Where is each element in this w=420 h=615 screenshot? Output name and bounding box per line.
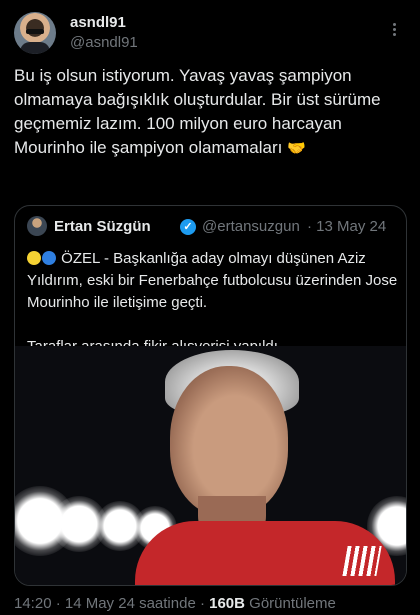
author-avatar[interactable] bbox=[14, 12, 56, 54]
tweet-body: Bu iş olsun istiyorum. Yavaş yavaş şampi… bbox=[14, 66, 386, 157]
quoted-text: ÖZEL - Başkanlığa aday olmayı düşünen Az… bbox=[27, 248, 399, 358]
tweet-text: Bu iş olsun istiyorum. Yavaş yavaş şampi… bbox=[14, 64, 406, 161]
tweet-meta: 14:20 · 14 May 24 saatinde · 160B Görünt… bbox=[14, 595, 336, 612]
tweet-time[interactable]: 14:20 · 14 May 24 saatinde · bbox=[14, 595, 209, 612]
yellow-circle-icon bbox=[27, 251, 41, 265]
shirt-stripes bbox=[342, 546, 382, 576]
quoted-date[interactable]: · 13 May 24 bbox=[307, 218, 386, 235]
quoted-author-handle[interactable]: @ertansuzgun bbox=[202, 218, 300, 235]
author-name[interactable]: asndl91 bbox=[70, 14, 126, 31]
quoted-photo[interactable] bbox=[15, 346, 406, 585]
face-shape bbox=[170, 366, 288, 516]
quoted-author-name[interactable]: Ertan Süzgün bbox=[54, 218, 151, 235]
author-handle[interactable]: @asndl91 bbox=[70, 34, 138, 51]
more-options-icon[interactable] bbox=[386, 22, 402, 38]
tweet-header: asndl91 @asndl91 bbox=[14, 12, 406, 60]
quoted-tweet[interactable]: Ertan Süzgün ✓ @ertansuzgun · 13 May 24 … bbox=[14, 205, 407, 586]
verified-badge-icon: ✓ bbox=[180, 219, 196, 235]
views-count: 160B bbox=[209, 595, 245, 612]
sunglasses-shape bbox=[26, 29, 44, 34]
blue-circle-icon bbox=[42, 251, 56, 265]
quoted-line-1: ÖZEL - Başkanlığa aday olmayı düşünen Az… bbox=[27, 250, 398, 311]
handshake-icon: 🤝 bbox=[287, 140, 306, 157]
quoted-author-avatar[interactable] bbox=[27, 216, 47, 236]
avatar-shirt-shape bbox=[20, 42, 50, 54]
views-label: Görüntüleme bbox=[244, 595, 336, 612]
